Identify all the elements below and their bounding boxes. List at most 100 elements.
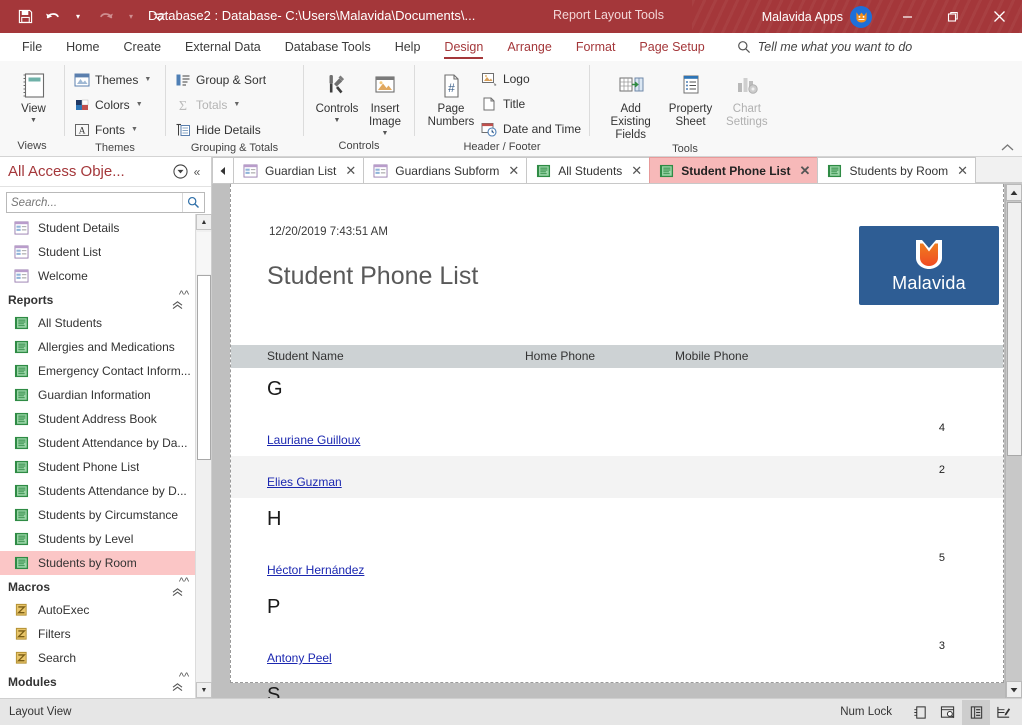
student-count-value[interactable]: 5	[925, 552, 945, 564]
close-icon[interactable]: ✕	[345, 163, 356, 179]
student-count-value[interactable]: 4	[925, 422, 945, 434]
sidebar-item-search[interactable]: Search	[0, 646, 196, 670]
report-page[interactable]: 12/20/2019 7:43:51 AM Student Phone List…	[230, 184, 1004, 683]
sidebar-item-allergies-and-medications[interactable]: Allergies and Medications	[0, 335, 196, 359]
title-button[interactable]: Title	[478, 92, 584, 115]
student-count-value[interactable]: 3	[925, 640, 945, 652]
report-group-letter[interactable]: G	[267, 378, 283, 401]
ribbon-tab-file[interactable]: File	[10, 33, 54, 61]
chevron-down-icon[interactable]: ▼	[382, 130, 389, 138]
sidebar-item-emergency-contact-inform[interactable]: Emergency Contact Inform...	[0, 359, 196, 383]
report-group-letter[interactable]: S	[267, 684, 280, 698]
scroll-up-button[interactable]	[1006, 184, 1022, 201]
chevron-down-icon[interactable]: ▼	[144, 76, 151, 83]
report-title[interactable]: Student Phone List	[267, 262, 478, 291]
scroll-up-button[interactable]: ▲	[196, 214, 212, 230]
scroll-down-button[interactable]: ▼	[196, 682, 212, 698]
column-header-mobile-phone[interactable]: Mobile Phone	[675, 349, 748, 363]
tab-scroll-left-button[interactable]	[212, 157, 234, 183]
report-logo[interactable]: Malavida	[859, 226, 999, 305]
report-group-letter[interactable]: P	[267, 596, 280, 619]
chevron-down-icon[interactable]: ▼	[30, 117, 37, 125]
undo-dropdown-icon[interactable]: ▾	[65, 5, 91, 29]
fonts-button[interactable]: A Fonts ▼	[70, 118, 154, 141]
search-input[interactable]	[7, 197, 182, 209]
tell-me-box[interactable]: Tell me what you want to do	[737, 40, 913, 54]
scrollbar-thumb[interactable]	[1007, 202, 1022, 456]
themes-button[interactable]: Themes ▼	[70, 68, 154, 91]
navigation-search-box[interactable]	[6, 192, 205, 213]
navigation-pane-scrollbar[interactable]: ▲ ▼	[195, 214, 211, 698]
save-button[interactable]	[12, 5, 38, 29]
chevron-down-icon[interactable]: ▼	[131, 126, 138, 133]
student-name-link[interactable]: Lauriane Guilloux	[267, 433, 360, 447]
sidebar-item-students-by-level[interactable]: Students by Level	[0, 527, 196, 551]
column-header-student-name[interactable]: Student Name	[267, 349, 344, 363]
page-numbers-button[interactable]: # Page Numbers	[424, 65, 478, 129]
nav-group-reports[interactable]: Reports^^	[0, 288, 196, 311]
report-group-letter[interactable]: H	[267, 508, 281, 531]
redo-dropdown-icon[interactable]: ▾	[118, 5, 144, 29]
ribbon-tab-home[interactable]: Home	[54, 33, 111, 61]
undo-button[interactable]	[40, 5, 66, 29]
view-button[interactable]: View ▼	[8, 65, 59, 125]
chevron-down-icon[interactable]: ▼	[334, 117, 341, 125]
sidebar-item-student-details[interactable]: Student Details	[0, 216, 196, 240]
search-icon[interactable]	[182, 193, 204, 212]
chevron-down-icon[interactable]: ▼	[136, 101, 143, 108]
chevron-circle-down-icon[interactable]	[171, 163, 189, 181]
ribbon-tab-page-setup[interactable]: Page Setup	[627, 33, 716, 61]
report-date-stamp[interactable]: 12/20/2019 7:43:51 AM	[269, 226, 388, 238]
restore-button[interactable]	[930, 0, 976, 33]
minimize-button[interactable]	[884, 0, 930, 33]
chevron-up-icon[interactable]: ^^	[172, 671, 196, 692]
group-and-sort-button[interactable]: Group & Sort	[171, 68, 269, 91]
nav-group-macros[interactable]: Macros^^	[0, 575, 196, 598]
colors-button[interactable]: Colors ▼	[70, 93, 154, 116]
hide-details-button[interactable]: Hide Details	[171, 118, 269, 141]
sidebar-item-guardian-information[interactable]: Guardian Information	[0, 383, 196, 407]
chevron-up-icon[interactable]: ^^	[172, 289, 196, 310]
ribbon-tab-external-data[interactable]: External Data	[173, 33, 273, 61]
scroll-down-button[interactable]	[1006, 681, 1022, 698]
student-name-link[interactable]: Antony Peel	[267, 651, 332, 665]
sidebar-item-autoexec[interactable]: AutoExec	[0, 598, 196, 622]
column-header-home-phone[interactable]: Home Phone	[525, 349, 595, 363]
sidebar-item-student-attendance-by-da[interactable]: Student Attendance by Da...	[0, 431, 196, 455]
sidebar-item-students-by-circumstance[interactable]: Students by Circumstance	[0, 503, 196, 527]
close-icon[interactable]: ✕	[508, 163, 519, 179]
ribbon-tab-create[interactable]: Create	[112, 33, 174, 61]
layout-view-button[interactable]	[962, 700, 990, 725]
ribbon-tab-format[interactable]: Format	[564, 33, 628, 61]
sidebar-item-all-students[interactable]: All Students	[0, 311, 196, 335]
sidebar-item-student-phone-list[interactable]: Student Phone List	[0, 455, 196, 479]
document-tab-student-phone-list[interactable]: Student Phone List✕	[649, 157, 818, 183]
sidebar-item-students-by-room[interactable]: Students by Room	[0, 551, 196, 575]
close-button[interactable]	[976, 0, 1022, 33]
document-tab-guardian-list[interactable]: Guardian List✕	[233, 157, 364, 183]
scrollbar-track[interactable]	[197, 232, 211, 274]
sidebar-item-student-address-book[interactable]: Student Address Book	[0, 407, 196, 431]
design-view-button[interactable]	[990, 700, 1018, 725]
close-icon[interactable]: ✕	[800, 163, 811, 179]
print-preview-button[interactable]	[934, 700, 962, 725]
document-tab-students-by-room[interactable]: Students by Room✕	[817, 157, 976, 183]
close-icon[interactable]: ✕	[957, 163, 968, 179]
ribbon-tab-help[interactable]: Help	[383, 33, 433, 61]
document-tab-all-students[interactable]: All Students✕	[526, 157, 650, 183]
ribbon-tab-design[interactable]: Design	[432, 33, 495, 61]
double-chevron-left-icon[interactable]: «	[189, 165, 205, 179]
sidebar-item-students-attendance-by-d[interactable]: Students Attendance by D...	[0, 479, 196, 503]
property-sheet-button[interactable]: Property Sheet	[662, 65, 718, 129]
redo-button[interactable]	[93, 5, 119, 29]
ribbon-tab-arrange[interactable]: Arrange	[495, 33, 563, 61]
close-icon[interactable]: ✕	[631, 163, 642, 179]
report-vertical-scrollbar[interactable]	[1005, 184, 1022, 698]
scrollbar-thumb[interactable]	[197, 275, 211, 460]
avatar[interactable]	[850, 6, 872, 28]
chevron-up-icon[interactable]: ^^	[172, 576, 196, 597]
student-count-value[interactable]: 2	[925, 464, 945, 476]
collapse-ribbon-button[interactable]	[1001, 143, 1014, 152]
nav-group-modules[interactable]: Modules^^	[0, 670, 196, 693]
sidebar-item-student-list[interactable]: Student List	[0, 240, 196, 264]
